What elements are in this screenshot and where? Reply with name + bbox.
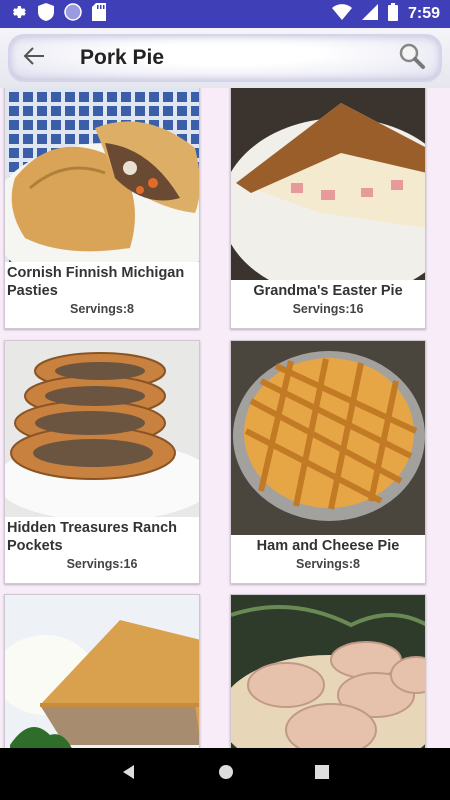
gear-icon (10, 3, 28, 26)
recipe-image (231, 595, 425, 748)
recipe-image (231, 341, 425, 535)
recipe-image (5, 341, 199, 517)
battery-icon (387, 2, 398, 26)
signal-icon (361, 3, 378, 25)
recipe-card[interactable]: Cornish Finnish Michigan Pasties Serving… (4, 88, 200, 329)
recipe-title: Ham and Cheese Pie (256, 538, 400, 554)
recipe-image (5, 88, 199, 262)
search-button[interactable] (390, 36, 434, 80)
arrow-left-icon (23, 46, 45, 71)
back-button[interactable] (12, 36, 56, 80)
search-bar: Pork Pie (0, 28, 450, 88)
sd-card-icon (92, 2, 106, 26)
recipe-image (231, 88, 425, 280)
recipe-grid: Cornish Finnish Michigan Pasties Serving… (0, 88, 450, 748)
status-bar: 7:59 (0, 0, 450, 28)
recipe-servings: Servings:16 (66, 557, 138, 571)
recipe-card[interactable]: Grandma's Easter Pie Servings:16 (230, 88, 426, 329)
recipe-title: Grandma's Easter Pie (253, 283, 403, 299)
recipe-image (5, 595, 199, 748)
recipe-servings: Servings:8 (70, 302, 134, 316)
shield-icon (38, 2, 54, 26)
recipe-card[interactable]: Hidden Treasures Ranch Pockets Servings:… (4, 340, 200, 584)
circle-icon (64, 2, 82, 26)
home-circle-icon[interactable] (218, 764, 234, 785)
recipe-card[interactable] (4, 594, 200, 748)
recipe-card[interactable] (230, 594, 426, 748)
search-box[interactable]: Pork Pie (8, 34, 442, 82)
recipe-servings: Servings:8 (296, 557, 360, 571)
back-triangle-icon[interactable] (121, 764, 137, 785)
recipe-title: Cornish Finnish Michigan Pasties (7, 265, 185, 299)
recipe-title: Hidden Treasures Ranch Pockets (7, 520, 178, 554)
recipe-card[interactable]: Ham and Cheese Pie Servings:8 (230, 340, 426, 584)
recipe-servings: Servings:16 (292, 302, 364, 316)
search-icon (398, 42, 426, 75)
search-input[interactable]: Pork Pie (80, 46, 390, 70)
status-time: 7:59 (407, 5, 440, 22)
navigation-bar (0, 748, 450, 800)
wifi-icon (331, 3, 352, 25)
recents-square-icon[interactable] (315, 764, 330, 784)
